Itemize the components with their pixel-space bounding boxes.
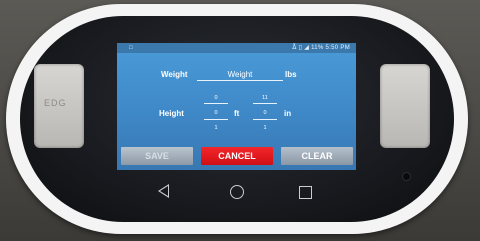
feet-below[interactable]: 1: [208, 125, 224, 131]
clear-button[interactable]: CLEAR: [281, 147, 353, 165]
weight-underline: [197, 80, 283, 81]
inches-below[interactable]: 1: [257, 125, 273, 131]
feet-value[interactable]: 0: [208, 110, 224, 116]
home-icon[interactable]: [230, 185, 244, 199]
notification-icon: □: [129, 45, 133, 51]
back-icon[interactable]: [158, 184, 169, 198]
height-label: Height: [159, 109, 184, 118]
status-bar: □ ᐂ ▯ ◢ 11% 5:50 PM: [117, 43, 356, 53]
feet-divider-top: [204, 103, 228, 104]
battery-level: 11%: [311, 45, 324, 51]
weight-unit: lbs: [285, 70, 297, 79]
inches-value[interactable]: 0: [257, 110, 273, 116]
feet-above[interactable]: 0: [208, 95, 224, 101]
inches-above[interactable]: 11: [257, 95, 273, 101]
vibrate-icon: ▯: [298, 45, 303, 51]
feet-unit: ft: [234, 109, 240, 118]
recent-apps-icon[interactable]: [299, 186, 312, 199]
weight-label: Weight: [161, 70, 188, 79]
status-time: 5:50 PM: [325, 45, 350, 51]
camera-icon: [402, 172, 411, 181]
app-screen: □ ᐂ ▯ ◢ 11% 5:50 PM Weight Weight lbs He…: [117, 43, 356, 170]
inches-divider-bottom: [253, 119, 277, 120]
right-sensor-pad: [380, 64, 430, 148]
weight-input[interactable]: Weight: [199, 70, 281, 79]
inches-divider-top: [253, 103, 277, 104]
bluetooth-icon: ᐂ: [292, 45, 297, 51]
status-right: ᐂ ▯ ◢ 11% 5:50 PM: [292, 43, 350, 53]
feet-divider-bottom: [204, 119, 228, 120]
cancel-button[interactable]: CANCEL: [201, 147, 273, 165]
device-logo: EDG: [44, 98, 67, 108]
signal-icon: ◢: [304, 45, 310, 51]
save-button[interactable]: SAVE: [121, 147, 193, 165]
inches-unit: in: [284, 109, 292, 118]
